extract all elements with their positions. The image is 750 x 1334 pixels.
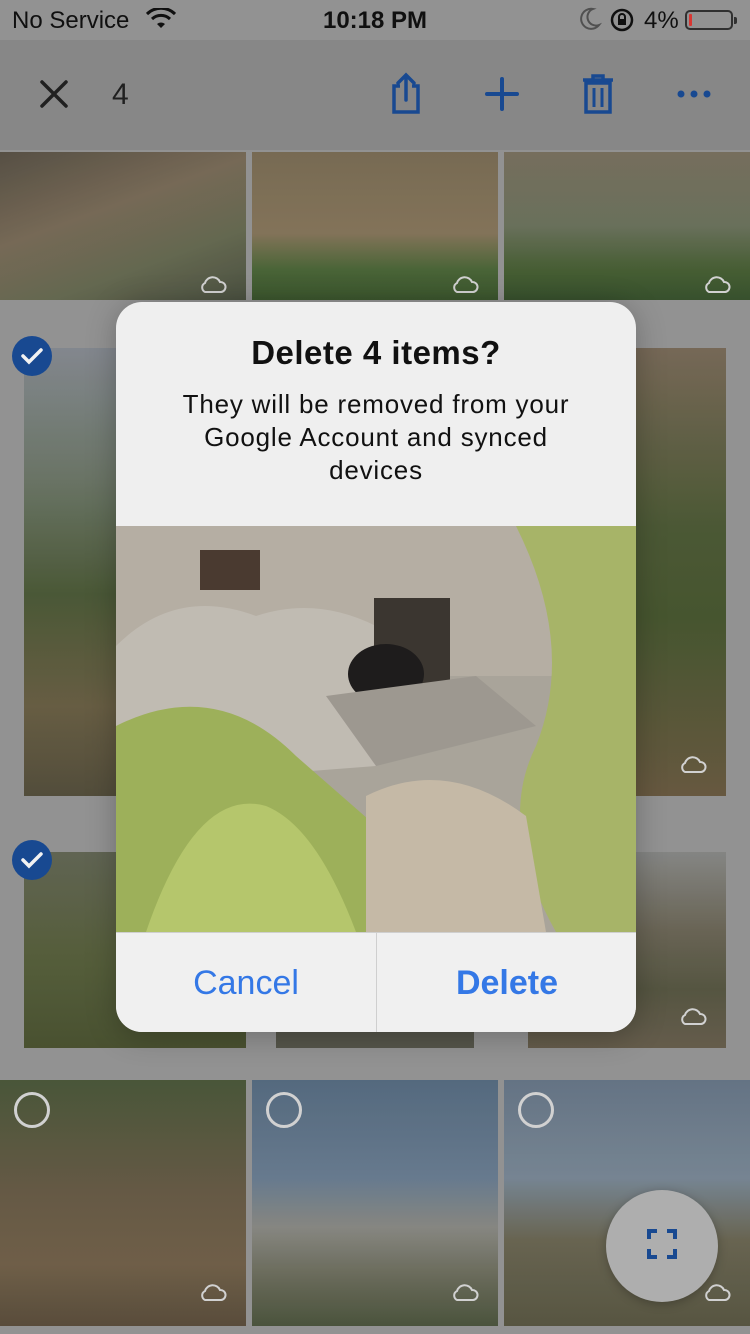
delete-button[interactable]: Delete bbox=[376, 933, 636, 1032]
delete-confirm-dialog: Delete 4 items? They will be removed fro… bbox=[116, 302, 636, 1032]
photo-preview bbox=[116, 526, 636, 932]
dialog-actions: Cancel Delete bbox=[116, 932, 636, 1032]
cancel-button[interactable]: Cancel bbox=[116, 933, 376, 1032]
dialog-message: They will be removed from your Google Ac… bbox=[182, 389, 570, 485]
dialog-title: Delete 4 items? bbox=[251, 334, 501, 371]
